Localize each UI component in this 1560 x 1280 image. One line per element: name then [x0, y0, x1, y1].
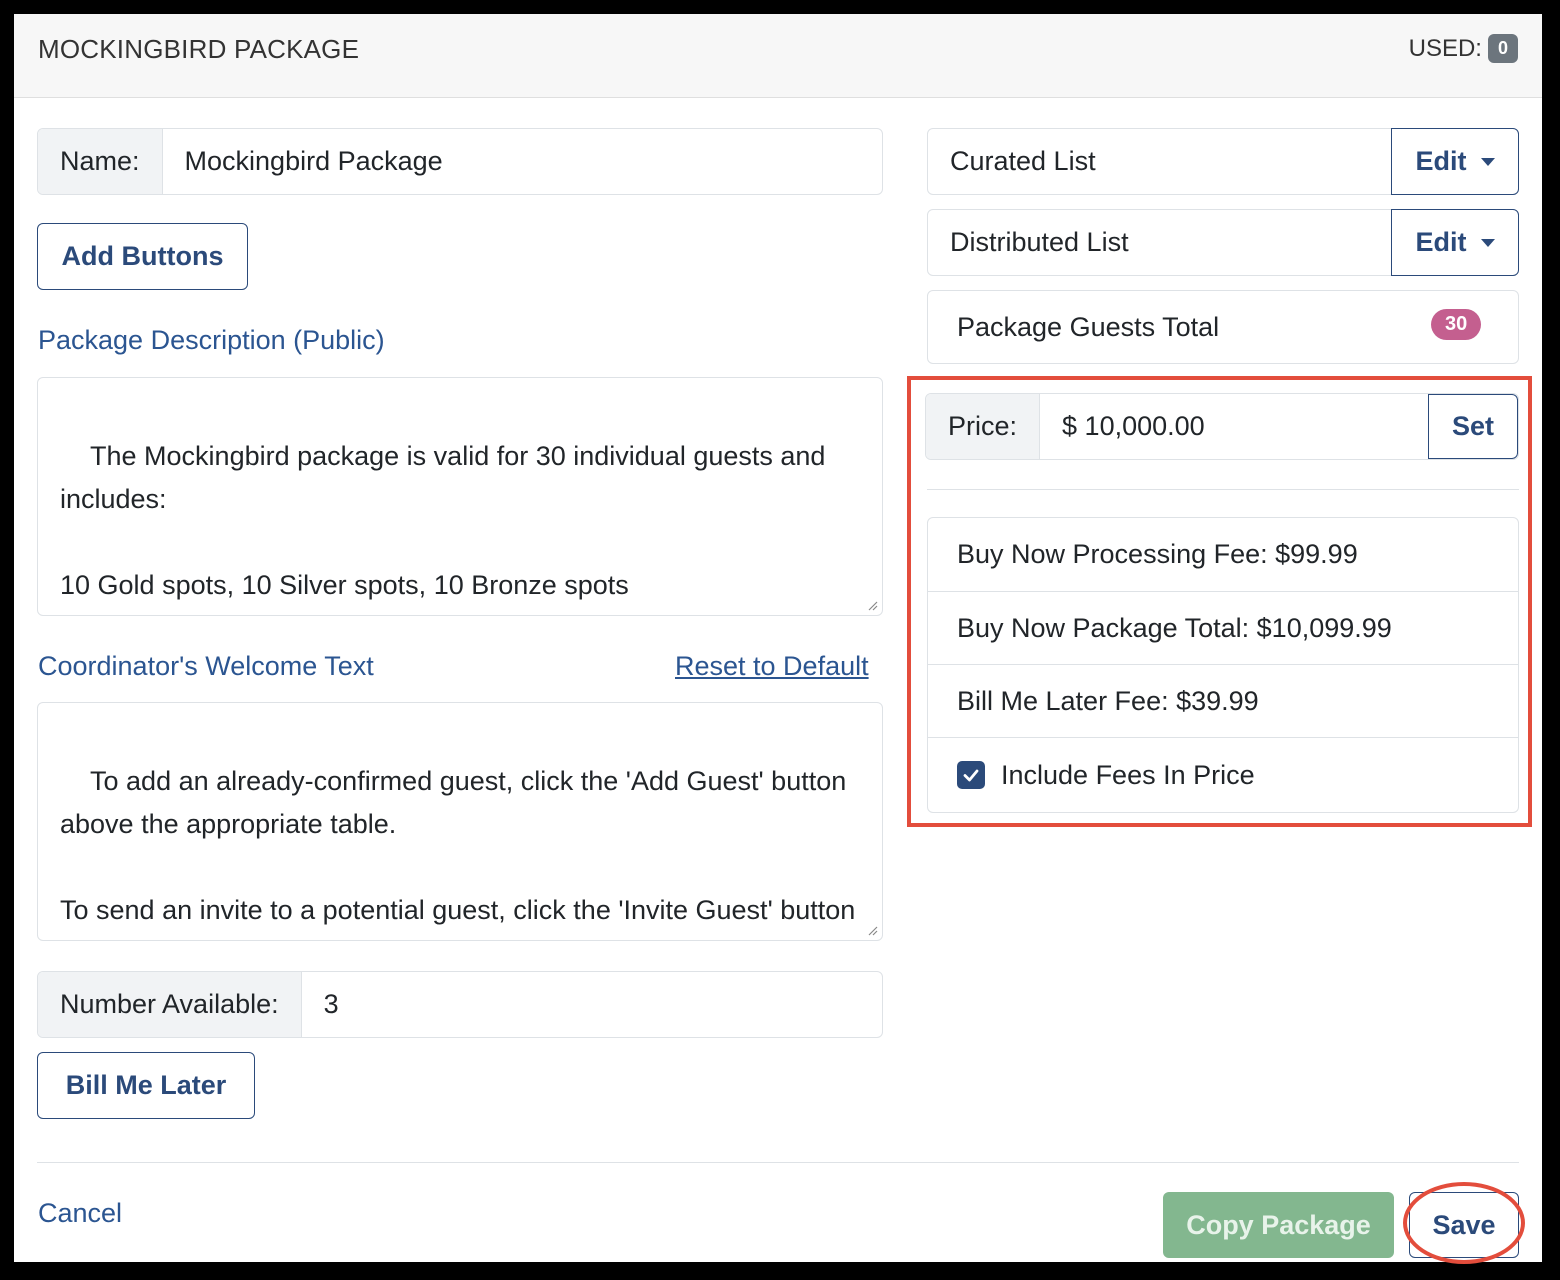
resize-grip-icon[interactable] — [866, 924, 878, 936]
curated-list-row: Curated List Edit — [927, 128, 1519, 195]
distributed-list-label: Distributed List — [950, 227, 1129, 257]
edit-label: Edit — [1415, 146, 1467, 176]
package-description-text: The Mockingbird package is valid for 30 … — [60, 441, 826, 600]
welcome-text-textarea[interactable]: To add an already-confirmed guest, click… — [37, 702, 883, 941]
caret-down-icon — [1480, 157, 1495, 166]
package-description-label: Package Description (Public) — [38, 325, 385, 355]
package-panel: MOCKINGBIRD PACKAGE USED: 0 Name: Mockin… — [14, 14, 1542, 1264]
bill-me-later-button[interactable]: Bill Me Later — [37, 1052, 255, 1119]
package-description-textarea[interactable]: The Mockingbird package is valid for 30 … — [37, 377, 883, 616]
welcome-text-content: To add an already-confirmed guest, click… — [60, 766, 856, 940]
add-buttons-button[interactable]: Add Buttons — [37, 223, 248, 290]
used-indicator: USED: 0 — [1409, 34, 1518, 63]
panel-header: MOCKINGBIRD PACKAGE USED: 0 — [14, 14, 1542, 98]
used-count-badge: 0 — [1487, 34, 1518, 63]
curated-list-edit-dropdown[interactable]: Edit — [1391, 128, 1519, 195]
copy-package-button[interactable]: Copy Package — [1163, 1192, 1394, 1258]
resize-grip-icon[interactable] — [866, 599, 878, 611]
used-label: USED: — [1408, 34, 1482, 62]
welcome-text-label: Coordinator's Welcome Text — [38, 651, 374, 681]
edit-label: Edit — [1415, 227, 1467, 257]
name-input[interactable]: Mockingbird Package — [163, 129, 882, 194]
number-available-label: Number Available: — [38, 972, 302, 1037]
package-guests-total-label: Package Guests Total — [957, 312, 1220, 342]
footer-divider — [37, 1162, 1519, 1163]
highlight-annotation — [907, 376, 1532, 827]
panel-title: MOCKINGBIRD PACKAGE — [38, 34, 360, 64]
distributed-list-edit-dropdown[interactable]: Edit — [1391, 209, 1519, 276]
name-input-group: Name: Mockingbird Package — [37, 128, 883, 195]
cancel-link[interactable]: Cancel — [38, 1198, 122, 1229]
number-available-input-group: Number Available: 3 — [37, 971, 883, 1038]
package-guests-total-badge: 30 — [1431, 309, 1482, 340]
name-label: Name: — [38, 129, 163, 194]
number-available-input[interactable]: 3 — [302, 972, 882, 1037]
package-guests-total-row: Package Guests Total 30 — [927, 290, 1519, 364]
reset-to-default-link[interactable]: Reset to Default — [675, 651, 869, 682]
curated-list-label: Curated List — [950, 146, 1096, 176]
caret-down-icon — [1480, 238, 1495, 247]
save-button[interactable]: Save — [1409, 1192, 1519, 1258]
distributed-list-row: Distributed List Edit — [927, 209, 1519, 276]
